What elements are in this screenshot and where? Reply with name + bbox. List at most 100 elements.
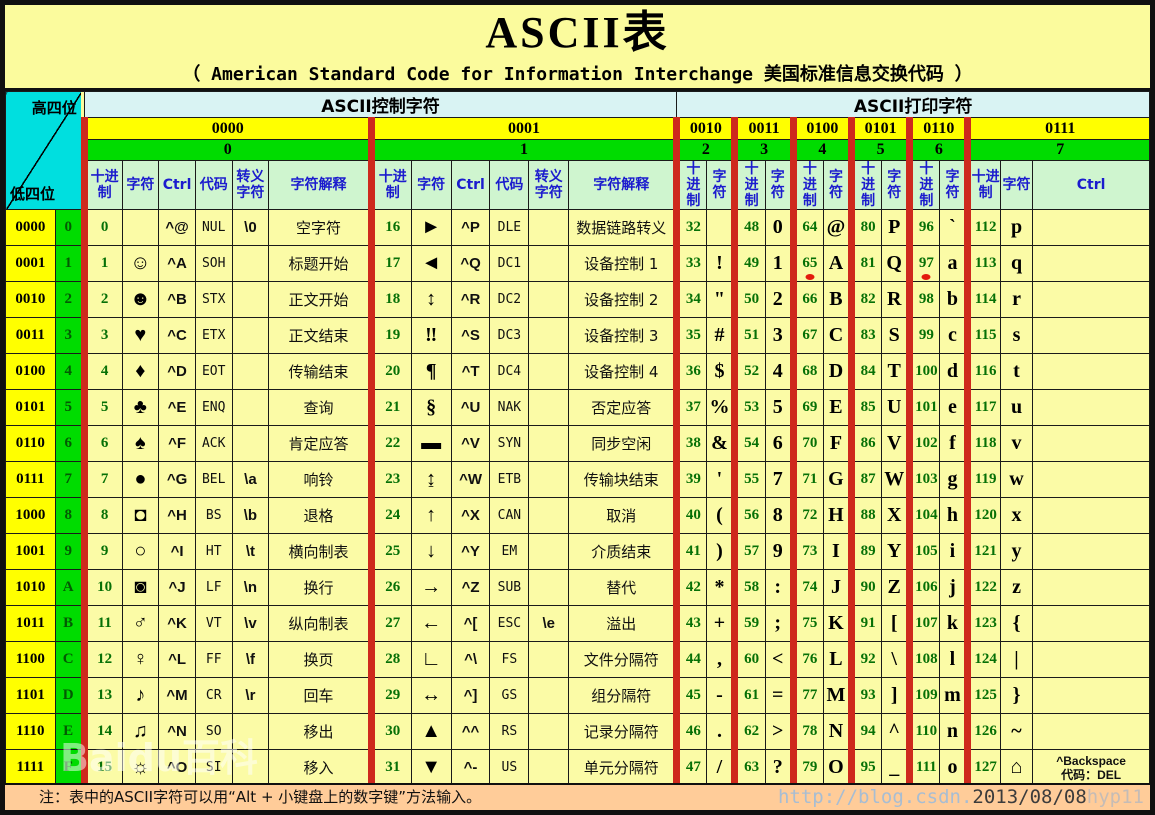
cell-ctrl-last [1033,642,1150,678]
table-row: 1010A10◙^JLF\n换行26→^ZSUB替代42*58:74J90Z10… [6,570,1150,606]
header-digit-0100: 4 [793,140,851,161]
cell-code: HT [195,534,232,570]
cell-ctrl-last [1033,246,1150,282]
cell-char: 9 [765,534,793,570]
cell-esc: \a [232,462,269,498]
table-row: 1110E14♫^NSO移出30▲^^RS记录分隔符46.62>78N94^11… [6,714,1150,750]
row-binary-label: 1100 [6,642,56,678]
cell-dec: 73 [793,534,823,570]
cell-char: " [707,282,735,318]
cell-dec: 3 [84,318,122,354]
cell-char: Y [882,534,910,570]
cell-char: F [823,426,851,462]
cell-dec: 36 [677,354,707,390]
cell-dec: 62 [735,714,765,750]
cell-esc: \v [232,606,269,642]
cell-ctrl: ^A [159,246,196,282]
cell-char: ⌂ [1000,750,1032,786]
cell-dec: 52 [735,354,765,390]
cell-ctrl: ^P [451,210,490,246]
cell-code: DC2 [490,282,529,318]
cell-esc: \0 [232,210,269,246]
subheader-desc: 字符解释 [269,161,372,210]
cell-dec: 31 [371,750,411,786]
cell-ctrl: ^- [451,750,490,786]
cell-dec: 58 [735,570,765,606]
cell-char: U [882,390,910,426]
cell-char: 2 [765,282,793,318]
cell-dec: 32 [677,210,707,246]
cell-ctrl: ^J [159,570,196,606]
cell-char: j [940,570,968,606]
cell-dec: 13 [84,678,122,714]
row-hex-label: A [55,570,84,606]
row-binary-label: 1101 [6,678,56,714]
cell-dec: 64 [793,210,823,246]
cell-char: } [1000,678,1032,714]
row-binary-label: 0011 [6,318,56,354]
cell-char: | [1000,642,1032,678]
cell-dec: 85 [851,390,881,426]
cell-char: 4 [765,354,793,390]
header-binary-0000: 0000 [84,118,371,140]
cell-char: T [882,354,910,390]
cell-dec: 54 [735,426,765,462]
cell-desc: 否定应答 [569,390,677,426]
table-row: 1101D13♪^MCR\r回车29↔^]GS组分隔符45-61=77M93]1… [6,678,1150,714]
table-row: 011177●^GBEL\a响铃23↨^WETB传输块结束39'55771G87… [6,462,1150,498]
table-row: 010044♦^DEOT传输结束20¶^TDC4设备控制 436$52468D8… [6,354,1150,390]
cell-esc: \n [232,570,269,606]
cell-code: DLE [490,210,529,246]
cell-char: r [1000,282,1032,318]
cell-char: ▲ [411,714,451,750]
cell-char: § [411,390,451,426]
cell-esc [529,426,569,462]
cell-char: ! [707,246,735,282]
cell-code: CR [195,678,232,714]
cell-char: 7 [765,462,793,498]
cell-desc: 介质结束 [569,534,677,570]
cell-ctrl: ^L [159,642,196,678]
cell-dec: 87 [851,462,881,498]
subheader-char: 字符 [882,161,910,210]
row-binary-label: 1111 [6,750,56,786]
cell-char: \ [882,642,910,678]
row-binary-label: 1001 [6,534,56,570]
cell-dec: 102 [910,426,940,462]
subheader-char: 字符 [765,161,793,210]
cell-esc [232,390,269,426]
row-binary-label: 0010 [6,282,56,318]
cell-char: ♪ [122,678,159,714]
cell-char: X [882,498,910,534]
cell-dec: 47 [677,750,707,786]
table-row: 001022☻^BSTX正文开始18↕^RDC2设备控制 234"50266B8… [6,282,1150,318]
cell-dec: 51 [735,318,765,354]
cell-dec: 111 [910,750,940,786]
cell-dec: 67 [793,318,823,354]
cell-dec: 122 [968,570,1000,606]
cell-dec: 69 [793,390,823,426]
cell-char: ♦ [122,354,159,390]
subheader-ctrl: Ctrl [1033,161,1150,210]
cell-esc [529,534,569,570]
row-hex-label: C [55,642,84,678]
cell-dec: 0 [84,210,122,246]
row-binary-label: 1110 [6,714,56,750]
cell-dec: 44 [677,642,707,678]
cell-dec: 35 [677,318,707,354]
cell-desc: 传输结束 [269,354,372,390]
cell-esc [529,750,569,786]
cell-ctrl: ^W [451,462,490,498]
cell-char: S [882,318,910,354]
cell-ctrl: ^Y [451,534,490,570]
cell-dec: 75 [793,606,823,642]
cell-ctrl: ^R [451,282,490,318]
cell-dec: 57 [735,534,765,570]
cell-desc: 替代 [569,570,677,606]
table-row: 100199○^IHT\t横向制表25↓^YEM介质结束41)57973I89Y… [6,534,1150,570]
cell-char: > [765,714,793,750]
cell-dec: 68 [793,354,823,390]
row-hex-label: 4 [55,354,84,390]
cell-dec: 98 [910,282,940,318]
cell-desc: 取消 [569,498,677,534]
